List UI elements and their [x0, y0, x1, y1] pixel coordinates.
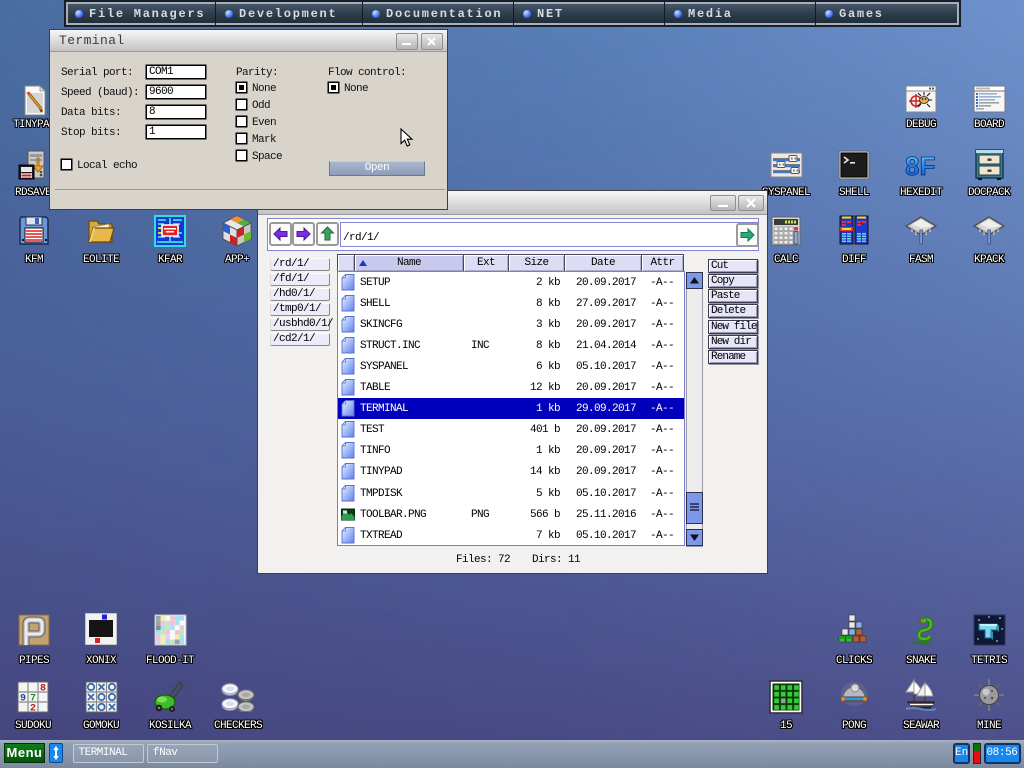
svg-text:8F: 8F	[905, 151, 935, 181]
svg-text:8: 8	[40, 684, 46, 695]
svg-text:9: 9	[20, 694, 26, 705]
svg-text:2: 2	[30, 704, 36, 714]
